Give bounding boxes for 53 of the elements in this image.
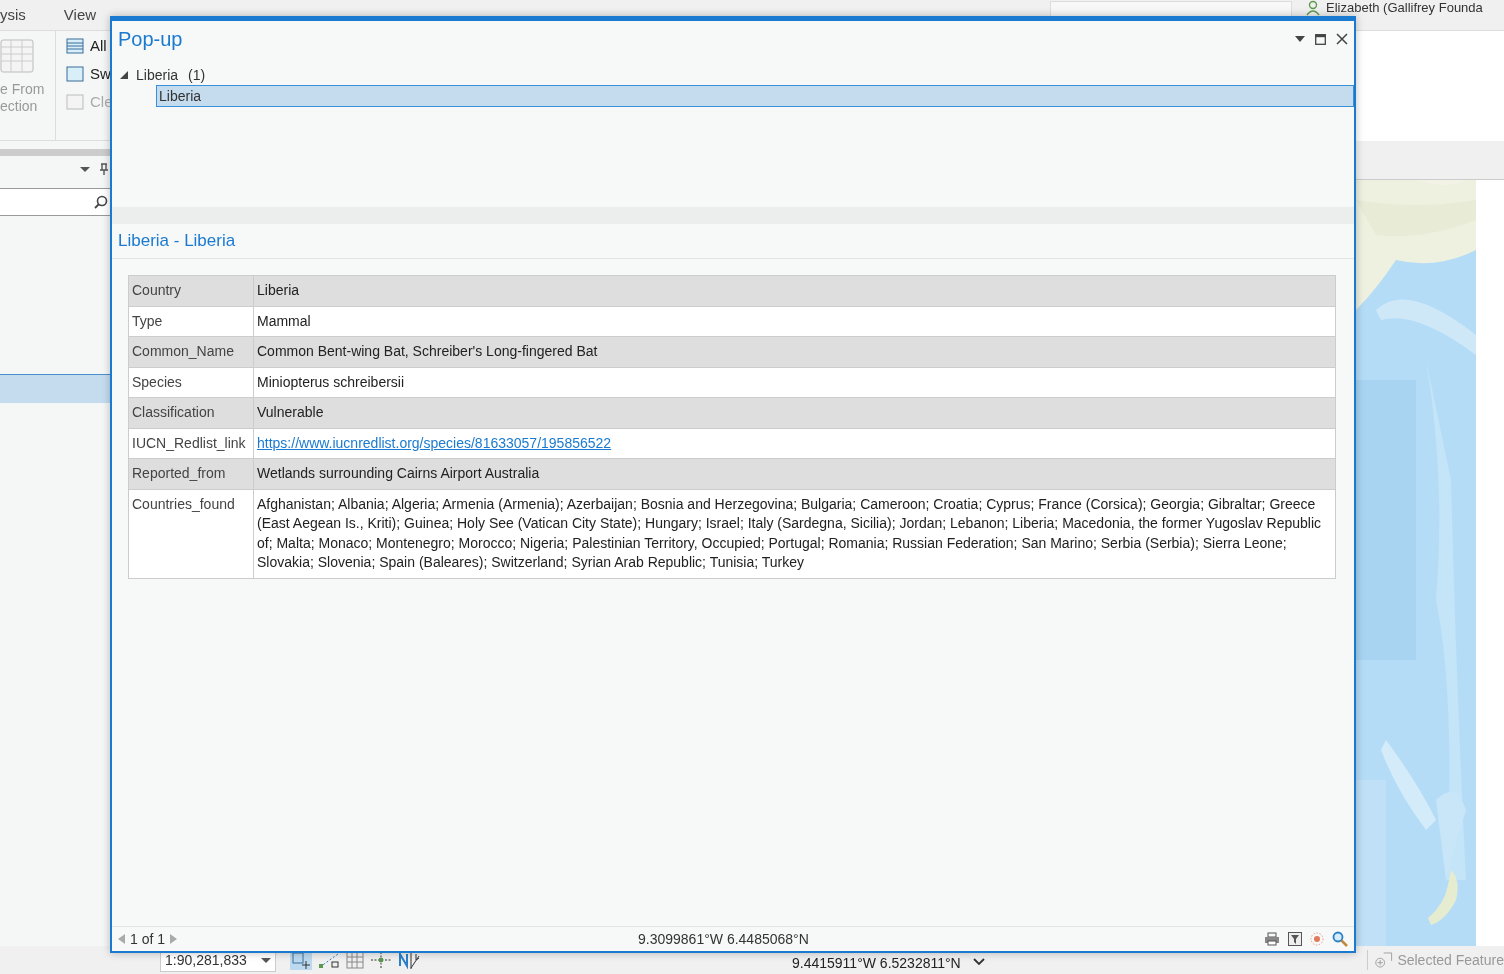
user-name[interactable]: Elizabeth (Gallifrey Founda — [1326, 0, 1483, 15]
coordinates-text: 9.4415911°W 6.5232811°N — [792, 954, 961, 972]
previous-arrow-icon[interactable] — [118, 934, 125, 944]
north-arrow-icon[interactable] — [398, 951, 422, 970]
table-small-icon — [66, 64, 84, 83]
user-icon — [1306, 0, 1320, 16]
zoom-to-icon[interactable] — [1332, 931, 1348, 947]
feature-title: Liberia - Liberia — [112, 224, 1354, 259]
ribbon-button[interactable]: All — [66, 36, 113, 55]
print-icon[interactable] — [1264, 932, 1280, 946]
field-value-cell: Miniopterus schreibersii — [253, 367, 1336, 398]
dropdown-caret-icon[interactable] — [80, 166, 90, 172]
field-value-cell: Mammal — [253, 306, 1336, 337]
field-value-cell: Wetlands surrounding Cairns Airport Australia — [253, 458, 1336, 489]
close-icon[interactable] — [1336, 33, 1348, 45]
list-icon — [66, 36, 84, 55]
tree-group-label[interactable]: Liberia — [136, 67, 179, 83]
search-icon — [94, 195, 108, 210]
window-title: Pop-up — [118, 27, 183, 51]
field-value-cell: Afghanistan; Albania; Algeria; Armenia (Armenia); Azerbaijan; Bosnia and Herzegovina; Bulgaria; Cameroon; Croatia; Cyprus; France (Corsica); Georgia; Gibraltar; Greece (East Aegean Is., Kriti); Guinea; Holy See (Vatican City State); Hungary; Israel; Italy (Sardegna, Sicilia); Jordan; Lebanon; Liberia; Macedonia, the former Yugoslav Republic of; Malta; Monaco; Montenegro; Morocco; Nigeria; Palestinian Territory, Occupied; Portugal; Romania; Russian Federation; San Marino; Serbia (Serbia); Sierra Leone; Slovakia; Slovenia; Spain (Baleares); Switzerland; Syrian Arab Republic; Tunisia; Turkey — [253, 489, 1336, 578]
field-name-cell: IUCN_Redlist_link — [128, 428, 254, 459]
ribbon-tab[interactable]: View — [63, 6, 97, 24]
field-value-cell: Liberia — [253, 275, 1336, 306]
field-name-cell: Type — [128, 306, 254, 337]
field-name-cell: Classification — [128, 397, 254, 428]
search-field[interactable] — [0, 188, 110, 217]
feature-count: (1) — [188, 67, 206, 83]
ribbon-button[interactable]: Sw — [66, 64, 113, 83]
grid-icon[interactable] — [346, 951, 364, 970]
link[interactable]: https://www.iucnredlist.org/species/81633057/195856522 — [257, 434, 612, 451]
ribbon-tab[interactable]: ysis — [0, 6, 26, 24]
field-name-cell: Country — [128, 275, 254, 306]
next-arrow-icon[interactable] — [170, 934, 178, 944]
field-name-cell: Countries_found — [128, 489, 254, 578]
list-row[interactable] — [0, 374, 110, 404]
maximize-icon[interactable] — [1315, 33, 1326, 45]
field-name-cell: Common_Name — [128, 336, 254, 367]
field-name-cell: Species — [128, 367, 254, 398]
tree-item[interactable]: Liberia — [156, 85, 1354, 107]
filter-icon[interactable] — [1288, 932, 1302, 946]
record-counter: 1 of 1 — [130, 931, 166, 947]
dropdown-caret-icon[interactable] — [1295, 36, 1305, 42]
chevron-down-icon[interactable] — [972, 958, 985, 967]
pin-icon[interactable] — [100, 163, 108, 176]
zoom-selection-icon — [1374, 950, 1394, 971]
flash-icon[interactable] — [1310, 932, 1324, 946]
crosshair-icon[interactable] — [370, 951, 392, 970]
location-text: 9.3099861°W 6.4485068°N — [638, 931, 809, 947]
table-small-icon — [66, 92, 84, 111]
field-value-cell: Vulnerable — [253, 397, 1336, 428]
expand-triangle-icon[interactable] — [120, 71, 128, 79]
field-value-cell: Common Bent-wing Bat, Schreiber's Long-fingered Bat — [253, 336, 1336, 367]
field-name-cell: Reported_from — [128, 458, 254, 489]
